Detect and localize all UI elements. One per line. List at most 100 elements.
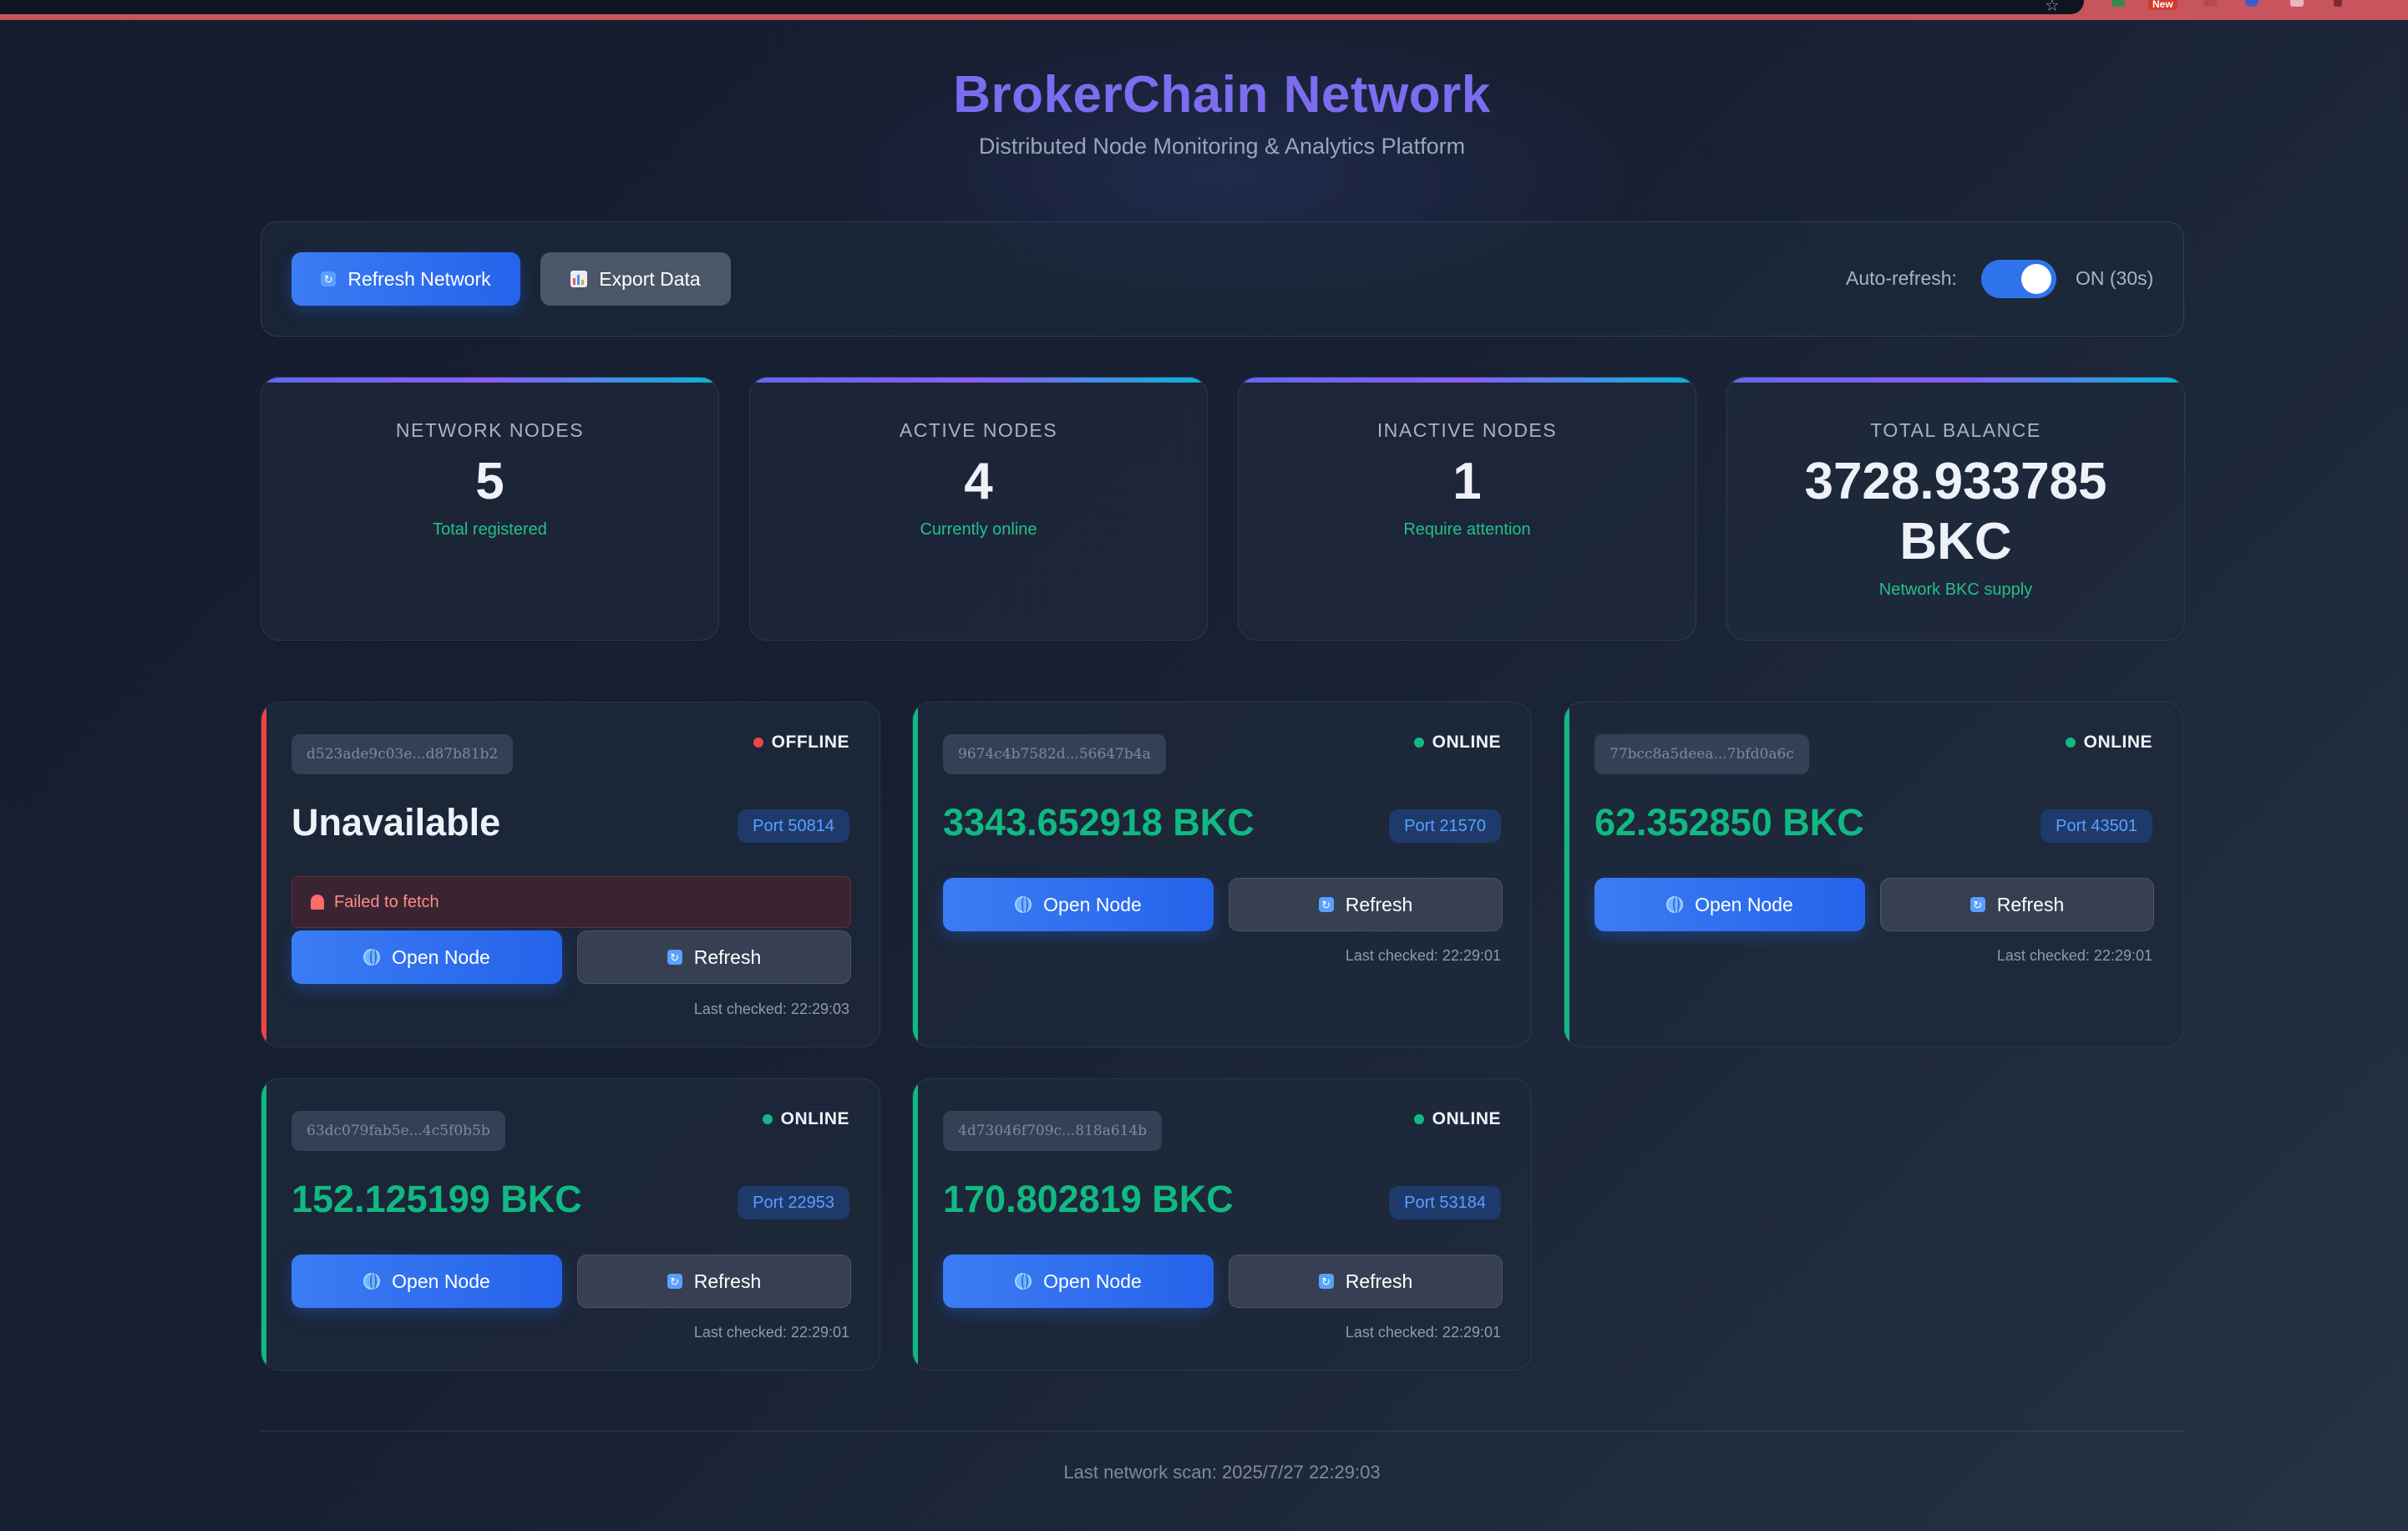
refresh-node-button[interactable]: ↻ Refresh [1229,1255,1503,1308]
stat-sub: Total registered [433,520,547,539]
open-node-button[interactable]: Open Node [291,1255,562,1308]
node-balance: 152.125199 BKC [291,1178,582,1220]
alarm-icon [311,895,324,910]
menu-icon[interactable] [2334,0,2342,7]
status-text: ONLINE [780,1109,849,1128]
refresh-node-label: Refresh [1996,893,2065,915]
refresh-node-label: Refresh [693,1270,762,1292]
refresh-node-button[interactable]: ↻ Refresh [577,930,851,984]
refresh-icon: ↻ [667,1274,682,1289]
port-badge: Port 53184 [1389,1186,1501,1219]
refresh-node-button[interactable]: ↻ Refresh [1880,878,2154,931]
status-text: OFFLINE [771,733,849,752]
status-edge [261,1079,266,1370]
node-card: 63dc079fab5e...4c5f0b5b ONLINE 152.12519… [261,1078,880,1371]
status-text: ONLINE [1432,1109,1501,1128]
open-node-label: Open Node [392,945,490,968]
stat-label: INACTIVE NODES [1376,419,1558,441]
refresh-node-label: Refresh [1345,893,1413,915]
node-balance: 62.352850 BKC [1594,801,1864,844]
last-checked: Last checked: 22:29:01 [1345,947,1501,964]
status-dot-icon [762,1114,773,1124]
footer-divider [261,1431,2184,1432]
status-edge [913,1079,918,1370]
bookmark-star-icon[interactable]: ☆ [2045,0,2060,16]
open-node-button[interactable]: Open Node [291,930,562,984]
refresh-network-button[interactable]: ↻ Refresh Network [291,252,520,306]
stat-value-amount: 3728.933785 [1804,453,2107,510]
open-node-button[interactable]: Open Node [943,1255,1214,1308]
stat-label: NETWORK NODES [395,419,585,441]
status-badge: ONLINE [762,1109,849,1129]
stat-card-accent [1727,378,2184,383]
status-badge: ONLINE [1413,733,1501,753]
last-checked: Last checked: 22:29:01 [1345,1324,1501,1341]
globe-icon [363,1273,381,1290]
refresh-node-button[interactable]: ↻ Refresh [577,1255,851,1308]
chart-icon [570,271,588,287]
address-bar[interactable] [0,0,2084,14]
status-edge [913,702,918,1047]
port-badge: Port 50814 [738,809,849,843]
extension-icon[interactable] [2111,0,2125,7]
refresh-network-label: Refresh Network [347,267,491,290]
stat-card-accent [750,378,1207,383]
node-card: 77bcc8a5deea...7bfd0a6c ONLINE 62.352850… [1564,702,2183,1047]
profile-icon[interactable] [2245,0,2258,7]
toggle-knob [2021,264,2051,294]
stat-value: 5 [475,453,504,510]
status-badge: OFFLINE [753,733,849,753]
open-node-label: Open Node [1043,893,1142,915]
last-network-scan: Last network scan: 2025/7/27 22:29:03 [1063,1462,1381,1483]
status-edge [1564,702,1569,1047]
refresh-node-label: Refresh [693,945,762,968]
status-badge: ONLINE [1413,1109,1501,1129]
tabs-icon[interactable] [2290,0,2304,7]
browser-chrome: ☆ New [0,0,2408,20]
status-dot-icon [2065,738,2076,748]
auto-refresh-toggle[interactable] [1981,260,2056,298]
globe-icon [1666,896,1684,913]
stat-card-inactive-nodes: INACTIVE NODES 1 Require attention [1238,377,1696,641]
node-balance: 170.802819 BKC [943,1178,1234,1220]
open-node-label: Open Node [392,1270,490,1292]
node-id: 4d73046f709c...818a614b [943,1111,1163,1151]
stat-card-network-nodes: NETWORK NODES 5 Total registered [261,377,719,641]
refresh-icon: ↻ [1318,897,1334,912]
export-data-button[interactable]: Export Data [540,252,731,306]
auto-refresh-label: Auto-refresh: [1846,267,1957,289]
status-text: ONLINE [1432,733,1501,752]
status-dot-icon [753,738,763,748]
status-text: ONLINE [2083,733,2152,752]
open-node-button[interactable]: Open Node [943,878,1214,931]
stat-label: TOTAL BALANCE [1870,419,2041,441]
status-badge: ONLINE [2065,733,2152,753]
error-message: Failed to fetch [291,876,851,928]
extension-icon[interactable] [2203,0,2217,7]
page-subtitle: Distributed Node Monitoring & Analytics … [978,134,1466,159]
globe-icon [1015,1273,1032,1290]
stat-label: ACTIVE NODES [899,419,1058,441]
open-node-label: Open Node [1695,893,1793,915]
stat-sub: Currently online [920,520,1037,539]
node-id: 77bcc8a5deea...7bfd0a6c [1594,734,1809,774]
status-dot-icon [1413,1114,1424,1124]
status-edge [261,702,266,1047]
node-balance: Unavailable [291,801,501,844]
refresh-node-button[interactable]: ↻ Refresh [1229,878,1503,931]
last-checked: Last checked: 22:29:03 [693,1001,849,1017]
error-text: Failed to fetch [334,892,439,911]
node-card: 9674c4b7582d...56647b4a ONLINE 3343.6529… [912,702,1532,1047]
status-dot-icon [1413,738,1424,748]
globe-icon [1015,896,1032,913]
node-balance: 3343.652918 BKC [943,801,1255,844]
refresh-icon: ↻ [1318,1274,1334,1289]
stat-card-active-nodes: ACTIVE NODES 4 Currently online [749,377,1208,641]
node-id: 9674c4b7582d...56647b4a [943,734,1166,774]
open-node-label: Open Node [1043,1270,1142,1292]
page-title: BrokerChain Network [953,66,1491,124]
open-node-button[interactable]: Open Node [1594,878,1865,931]
new-badge: New [2148,0,2177,10]
stat-value: 3728.933785 BKC [1727,452,2184,572]
node-card: 4d73046f709c...818a614b ONLINE 170.80281… [912,1078,1532,1371]
